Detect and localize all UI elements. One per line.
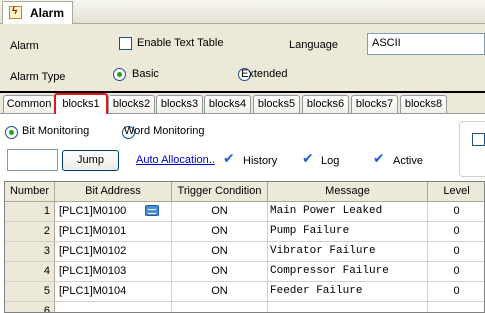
column-header-level[interactable]: Level	[428, 182, 484, 202]
side-option-checkbox[interactable]	[472, 133, 485, 146]
message-cell[interactable]: Vibrator Failure	[268, 242, 428, 262]
auto-allocation-link[interactable]: Auto Allocation..	[136, 154, 215, 166]
tab-blocks1[interactable]: blocks1	[54, 93, 108, 114]
tab-common[interactable]: Common	[3, 95, 55, 113]
message-cell[interactable]: Compressor Failure	[268, 262, 428, 282]
jump-button[interactable]: Jump	[62, 150, 119, 171]
active-label: Active	[393, 155, 423, 167]
level-cell[interactable]: 0	[428, 202, 484, 222]
trigger-condition-cell[interactable]: ON	[172, 282, 268, 302]
row-number: 3	[5, 242, 55, 262]
column-header-number[interactable]: Number	[5, 182, 55, 202]
word-monitoring-label: Word Monitoring	[124, 125, 205, 137]
column-header-bit-address[interactable]: Bit Address	[55, 182, 172, 202]
enable-text-table-label: Enable Text Table	[137, 37, 224, 49]
message-cell[interactable]: Main Power Leaked	[268, 202, 428, 222]
message-cell[interactable]	[268, 302, 428, 312]
tab-blocks8[interactable]: blocks8	[400, 95, 447, 113]
alarm-type-basic-label: Basic	[132, 68, 159, 80]
document-tab[interactable]: ϟ Alarm	[2, 1, 74, 24]
enable-text-table-checkbox[interactable]	[119, 37, 132, 50]
bit-address-cell[interactable]: [PLC1]M0102	[55, 242, 172, 262]
settings-panel: Alarm Enable Text Table Language ASCII A…	[0, 25, 485, 93]
trigger-condition-cell[interactable]: ON	[172, 242, 268, 262]
tab-blocks2[interactable]: blocks2	[108, 95, 155, 113]
language-label: Language	[289, 39, 338, 51]
blocks-tab-strip: Common blocks1 blocks2 blocks3 blocks4 b…	[0, 93, 485, 114]
bit-address-text: [PLC1]M0100	[59, 205, 127, 217]
tab-blocks6[interactable]: blocks6	[302, 95, 349, 113]
bit-address-cell[interactable]: [PLC1]M0104	[55, 282, 172, 302]
trigger-condition-cell[interactable]: ON	[172, 262, 268, 282]
bit-address-cell[interactable]: [PLC1]M0101	[55, 222, 172, 242]
level-cell[interactable]: 0	[428, 282, 484, 302]
tab-blocks5[interactable]: blocks5	[253, 95, 300, 113]
row-number: 5	[5, 282, 55, 302]
message-cell[interactable]: Feeder Failure	[268, 282, 428, 302]
log-label: Log	[321, 155, 340, 167]
tab-blocks3[interactable]: blocks3	[156, 95, 203, 113]
alarm-table: Number Bit Address Trigger Condition Mes…	[4, 181, 485, 313]
jump-number-input[interactable]	[7, 149, 58, 171]
address-browse-icon[interactable]	[145, 205, 159, 216]
tab-blocks7[interactable]: blocks7	[351, 95, 398, 113]
column-header-trigger-condition[interactable]: Trigger Condition	[172, 182, 268, 202]
history-label: History	[243, 155, 278, 167]
trigger-condition-cell[interactable]: ON	[172, 222, 268, 242]
side-groupbox	[459, 121, 485, 177]
alarm-type-label: Alarm Type	[10, 71, 66, 83]
alarm-label: Alarm	[10, 40, 39, 52]
bit-address-cell[interactable]: [PLC1]M0103	[55, 262, 172, 282]
level-cell[interactable]: 0	[428, 242, 484, 262]
alarm-type-basic-radio[interactable]	[113, 68, 126, 81]
language-value: ASCII	[372, 37, 401, 49]
window-title: Alarm	[30, 6, 65, 20]
level-cell[interactable]	[428, 302, 484, 312]
log-check-icon[interactable]: ✔	[302, 150, 314, 167]
active-check-icon[interactable]: ✔	[373, 150, 385, 167]
level-cell[interactable]: 0	[428, 262, 484, 282]
bit-address-cell[interactable]	[55, 302, 172, 312]
bit-monitoring-radio[interactable]	[5, 126, 18, 139]
level-cell[interactable]: 0	[428, 222, 484, 242]
history-check-icon[interactable]: ✔	[223, 150, 235, 167]
bit-address-cell[interactable]: [PLC1]M0100	[55, 202, 172, 222]
row-number: 2	[5, 222, 55, 242]
trigger-condition-cell[interactable]: ON	[172, 202, 268, 222]
bit-monitoring-label: Bit Monitoring	[22, 125, 90, 137]
tab-blocks4[interactable]: blocks4	[204, 95, 251, 113]
alarm-document-icon: ϟ	[9, 6, 25, 20]
column-header-message[interactable]: Message	[268, 182, 428, 202]
row-number: 6	[5, 302, 55, 312]
row-number: 1	[5, 202, 55, 222]
language-field[interactable]: ASCII	[367, 33, 485, 55]
title-bar: ϟ Alarm	[0, 0, 485, 24]
row-number: 4	[5, 262, 55, 282]
message-cell[interactable]: Pump Failure	[268, 222, 428, 242]
alarm-type-extended-label: Extended	[241, 68, 288, 80]
trigger-condition-cell[interactable]	[172, 302, 268, 312]
